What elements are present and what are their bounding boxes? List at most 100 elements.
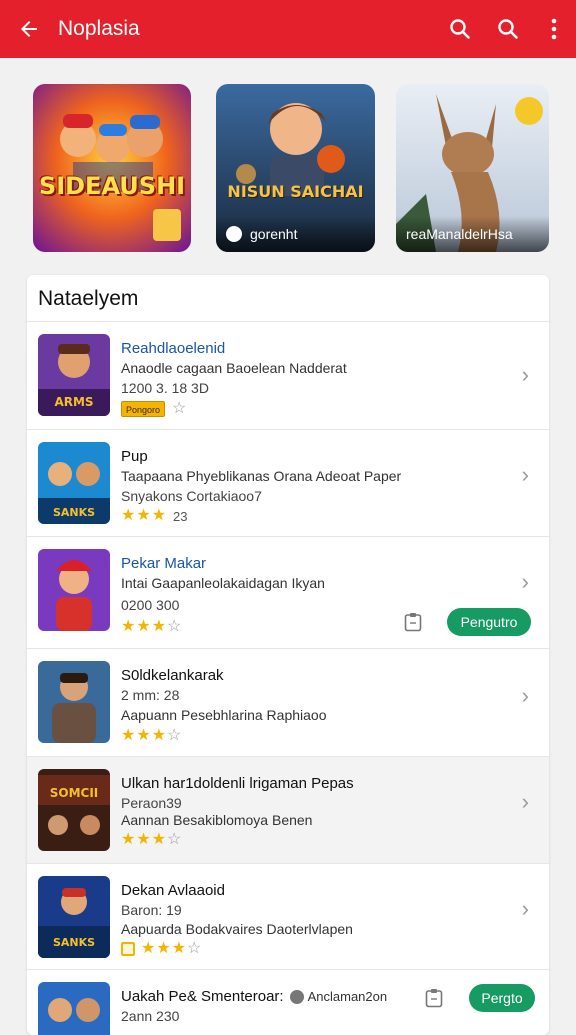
game-list-card: Nataelyem ARMS Reahdlaoelenid Anaodle ca… [27, 275, 549, 1035]
star-icon: ★ [136, 727, 151, 744]
badge-square-icon [121, 942, 135, 956]
search-button[interactable] [436, 0, 484, 58]
chevron-right-icon[interactable]: › [522, 683, 529, 709]
featured-banner-1[interactable]: SIDEAUSHI [33, 84, 191, 252]
game-title-row: Uakah Pe& Smenteroar: Anclaman2on [121, 988, 387, 1005]
star-icon: ★ [121, 507, 136, 524]
star-icon: ★ [136, 831, 151, 848]
star-icon: ★ [136, 507, 151, 524]
back-button[interactable] [0, 0, 58, 58]
clipboard-icon[interactable] [425, 988, 443, 1008]
list-item[interactable]: SANKS Dekan Avlaaoid Baron: 19 Aapuarda … [27, 863, 549, 969]
developer-name: Anclaman2on [307, 989, 388, 1004]
game-thumbnail: SOMCII [38, 769, 110, 851]
rating-row: ★ ★ ★ ☆ [121, 940, 201, 958]
rating-row: Pongoro ☆ [121, 400, 186, 418]
status-badge: Pongoro [121, 401, 166, 417]
star-icon: ★ [151, 507, 167, 524]
list-item[interactable]: SOMCII Ulkan har1doldenli lrigaman Pepas… [27, 756, 549, 863]
game-thumbnail: SANKS [38, 442, 110, 524]
star-icon: ★ [151, 831, 167, 848]
game-thumbnail: SANKS [38, 876, 110, 958]
star-icon: ★ [151, 618, 167, 635]
app-title: Noplasia [58, 17, 140, 40]
install-button[interactable]: Pergto [469, 984, 535, 1012]
game-meta: 0200 300 [121, 597, 180, 613]
banner-3-caption: reaManaldelrHsa [396, 216, 549, 252]
game-title: Pekar Makar [121, 555, 207, 572]
game-thumbnail [38, 661, 110, 743]
banner-1-art-title: SIDEAUSHI [38, 172, 186, 200]
search-icon [450, 19, 470, 39]
star-outline-icon: ☆ [187, 940, 202, 957]
star-icon: ★ [121, 727, 136, 744]
chevron-right-icon[interactable]: › [522, 362, 529, 388]
star-icon: ★ [156, 940, 171, 957]
game-meta: 1200 3. 18 3D [121, 380, 209, 396]
rating-row: ★ ★ ★ ☆ [121, 618, 181, 636]
star-icon: ★ [171, 940, 187, 957]
game-description: Taapaana Phyeblikanas Orana Adeoat Paper [121, 468, 402, 484]
game-description: Aapuann Pesebhlarina Raphiaoo [121, 707, 327, 723]
list-item[interactable]: Uakah Pe& Smenteroar: Anclaman2on 2ann 2… [27, 969, 549, 1035]
game-title: Uakah Pe& Smenteroar: [121, 988, 284, 1005]
app-bar: Noplasia [0, 0, 576, 58]
rating-count: 23 [173, 508, 188, 524]
chevron-right-icon[interactable]: › [522, 896, 529, 922]
search-icon [498, 19, 518, 39]
search-button-secondary[interactable] [484, 0, 532, 58]
game-title: S0ldkelankarak [121, 667, 224, 684]
banner-2-art-title: NISUN SAICHAI [227, 182, 364, 201]
star-icon: ★ [121, 831, 136, 848]
chevron-right-icon[interactable]: › [522, 462, 529, 488]
game-description: Anaodle cagaan Baoelean Nadderat [121, 360, 347, 376]
game-title: Reahdlaoelenid [121, 340, 226, 357]
star-outline-icon: ☆ [172, 400, 187, 417]
list-item[interactable]: SANKS Pup Taapaana Phyeblikanas Orana Ad… [27, 429, 549, 536]
svg-text:SANKS: SANKS [53, 936, 95, 949]
game-thumbnail [38, 982, 110, 1035]
game-meta: 2 mm: 28 [121, 687, 180, 703]
featured-banner-3[interactable]: reaManaldelrHsa [396, 84, 549, 252]
list-item[interactable]: Pekar Makar Intai Gaapanleolakaidagan Ik… [27, 536, 549, 648]
svg-text:ARMS: ARMS [54, 395, 93, 409]
star-icon: ★ [121, 618, 136, 635]
star-icon: ★ [141, 940, 156, 957]
star-outline-icon: ☆ [167, 618, 182, 635]
section-title: Nataelyem [38, 287, 139, 310]
game-meta: 2ann 230 [121, 1008, 180, 1024]
chevron-right-icon[interactable]: › [522, 569, 529, 595]
game-title: Dekan Avlaaoid [121, 882, 225, 899]
game-description: Aapuarda Bodakvaires Daoterlvlapen [121, 921, 353, 937]
game-thumbnail: ARMS [38, 334, 110, 416]
install-button[interactable]: Pengutro [447, 608, 531, 636]
game-description: Aannan Besakiblomoya Benen [121, 812, 313, 828]
more-options-button[interactable] [532, 0, 576, 58]
banner-3-caption-text: reaManaldelrHsa [406, 226, 513, 242]
featured-carousel: SIDEAUSHI NISUN SAICHAI gorenht reaManal… [0, 84, 576, 252]
chevron-right-icon[interactable]: › [522, 789, 529, 815]
list-item[interactable]: S0ldkelankarak 2 mm: 28 Aapuann Pesebhla… [27, 648, 549, 756]
game-thumbnail [38, 549, 110, 631]
game-meta: Snyakons Cortakiaoo7 [121, 488, 262, 504]
rating-row: ★ ★ ★ ☆ [121, 831, 181, 849]
game-title: Pup [121, 448, 148, 465]
game-title: Ulkan har1doldenli lrigaman Pepas [121, 775, 354, 792]
list-item[interactable]: ARMS Reahdlaoelenid Anaodle cagaan Baoel… [27, 321, 549, 429]
rating-row: ★ ★ ★ 23 [121, 507, 188, 525]
arrow-back-icon [21, 21, 37, 37]
star-icon: ★ [151, 727, 167, 744]
banner-2-caption: gorenht [216, 216, 375, 252]
game-meta: Peraon39 [121, 795, 182, 811]
more-vert-icon [551, 18, 557, 40]
clipboard-icon[interactable] [404, 612, 422, 632]
rating-row: ★ ★ ★ ☆ [121, 727, 181, 745]
banner-2-caption-text: gorenht [250, 226, 298, 242]
channel-icon [226, 226, 242, 242]
svg-text:SANKS: SANKS [53, 506, 95, 519]
featured-banner-2[interactable]: NISUN SAICHAI gorenht [216, 84, 375, 252]
star-outline-icon: ☆ [167, 831, 182, 848]
developer-icon [289, 989, 304, 1004]
game-description: Intai Gaapanleolakaidagan Ikyan [121, 575, 325, 591]
star-icon: ★ [136, 618, 151, 635]
